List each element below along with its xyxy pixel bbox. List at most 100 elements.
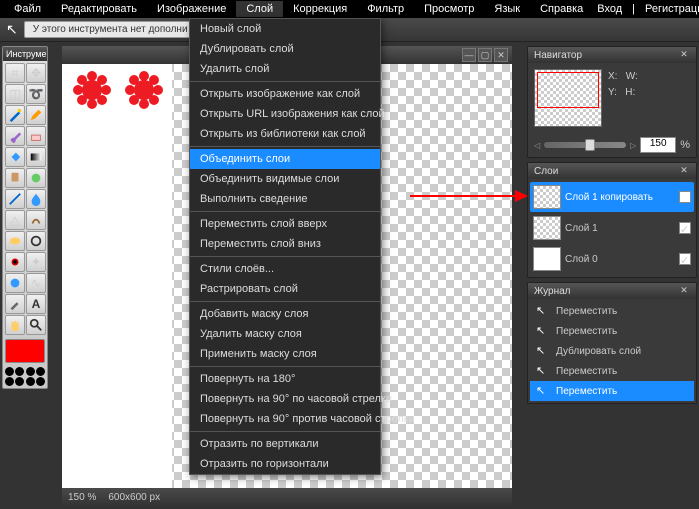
type-tool[interactable]: A — [26, 294, 46, 314]
menu-file[interactable]: Файл — [4, 1, 51, 17]
menu-item-открыть-url-изображения-как-слой[interactable]: Открыть URL изображения как слой — [190, 104, 380, 124]
layer-name: Слой 1 — [565, 223, 675, 234]
history-label: Переместить — [556, 326, 617, 337]
menu-item-объединить-видимые-слои[interactable]: Объединить видимые слои — [190, 169, 380, 189]
lasso-tool[interactable]: ➰ — [26, 84, 46, 104]
menu-adjust[interactable]: Коррекция — [283, 1, 357, 17]
close-icon[interactable]: ✕ — [494, 48, 508, 62]
menu-left: Файл Редактировать Изображение Слой Корр… — [4, 1, 593, 17]
menu-separator — [190, 211, 380, 212]
clone-tool[interactable] — [5, 168, 25, 188]
panel-close-icon[interactable]: ✕ — [678, 165, 690, 177]
menu-item-новый-слой[interactable]: Новый слой — [190, 19, 380, 39]
minimize-icon[interactable]: — — [462, 48, 476, 62]
history-item[interactable]: ↖Переместить — [530, 361, 694, 381]
history-item[interactable]: ↖Переместить — [530, 381, 694, 401]
navigator-title: Навигатор ✕ — [528, 47, 696, 63]
menu-item-повернуть-на-180-[interactable]: Повернуть на 180° — [190, 369, 380, 389]
layer-row[interactable]: Слой 0 ✓ — [530, 244, 694, 274]
status-bar: 150 % 600x600 px — [62, 488, 512, 506]
menu-image[interactable]: Изображение — [147, 1, 236, 17]
dodge-tool[interactable] — [26, 231, 46, 251]
warp-tool[interactable]: ∿ — [26, 273, 46, 293]
menubar: Файл Редактировать Изображение Слой Корр… — [0, 0, 699, 18]
hand-tool[interactable] — [5, 315, 25, 335]
panel-close-icon[interactable]: ✕ — [678, 49, 690, 61]
layer-thumb — [533, 216, 561, 240]
menu-item-удалить-маску-слоя[interactable]: Удалить маску слоя — [190, 324, 380, 344]
menu-item-открыть-из-библиотеки-как-слой[interactable]: Открыть из библиотеки как слой — [190, 124, 380, 144]
eraser-tool[interactable] — [26, 126, 46, 146]
eyedropper-tool[interactable] — [5, 294, 25, 314]
maximize-icon[interactable]: ▢ — [478, 48, 492, 62]
foreground-color[interactable] — [5, 339, 45, 363]
gradient-tool[interactable] — [26, 147, 46, 167]
menu-item-применить-маску-слоя[interactable]: Применить маску слоя — [190, 344, 380, 364]
brush-tool[interactable] — [5, 126, 25, 146]
menu-item-отразить-по-горизонтали[interactable]: Отразить по горизонтали — [190, 454, 380, 474]
layer-visibility-checkbox[interactable]: ✓ — [679, 191, 691, 203]
zoom-value[interactable]: 150 — [640, 137, 676, 153]
menu-separator — [190, 146, 380, 147]
menu-item-открыть-изображение-как-слой[interactable]: Открыть изображение как слой — [190, 84, 380, 104]
menu-item-переместить-слой-вниз[interactable]: Переместить слой вниз — [190, 234, 380, 254]
move-tool[interactable]: ✥ — [26, 63, 46, 83]
zoom-in-icon[interactable]: ▷ — [630, 141, 636, 150]
wand-tool[interactable] — [5, 105, 25, 125]
menu-separator — [190, 256, 380, 257]
menu-filter[interactable]: Фильтр — [357, 1, 414, 17]
layer-row[interactable]: Слой 1 копировать✓ — [530, 182, 694, 212]
flower-shape-1 — [72, 70, 112, 110]
menu-item-растрировать-слой[interactable]: Растрировать слой — [190, 279, 380, 299]
draw-tool[interactable] — [5, 189, 25, 209]
menu-lang[interactable]: Язык — [484, 1, 530, 17]
color-palette[interactable] — [3, 365, 47, 388]
history-label: Переместить — [556, 366, 617, 377]
zoom-out-icon[interactable]: ◁ — [534, 141, 540, 150]
menu-item-повернуть-на-90-по-часовой-стрелке[interactable]: Повернуть на 90° по часовой стрелке — [190, 389, 380, 409]
layer-name: Слой 0 — [565, 254, 675, 265]
menu-view[interactable]: Просмотр — [414, 1, 484, 17]
layer-row[interactable]: Слой 1 ✓ — [530, 213, 694, 243]
menu-item-повернуть-на-90-против-часовой-стрелки[interactable]: Повернуть на 90° против часовой стрелки — [190, 409, 380, 429]
bucket-tool[interactable] — [5, 147, 25, 167]
zoom-slider[interactable] — [544, 142, 626, 148]
spot-tool[interactable]: ✦ — [26, 252, 46, 272]
history-item[interactable]: ↖Дублировать слой — [530, 341, 694, 361]
marquee-tool[interactable]: ◫ — [5, 84, 25, 104]
crop-tool[interactable]: ⌗ — [5, 63, 25, 83]
redeye-tool[interactable] — [5, 252, 25, 272]
menu-item-выполнить-сведение[interactable]: Выполнить сведение — [190, 189, 380, 209]
menu-help[interactable]: Справка — [530, 1, 593, 17]
login-link[interactable]: Вход — [593, 1, 626, 17]
menu-item-стили-сло-в-[interactable]: Стили слоёв... — [190, 259, 380, 279]
layer-visibility-checkbox[interactable]: ✓ — [679, 222, 691, 234]
flower-shape-2 — [124, 70, 164, 110]
zoom-tool[interactable] — [26, 315, 46, 335]
sponge-tool[interactable] — [5, 231, 25, 251]
history-item[interactable]: ↖Переместить — [530, 321, 694, 341]
menu-item-переместить-слой-вверх[interactable]: Переместить слой вверх — [190, 214, 380, 234]
history-label: Дублировать слой — [556, 346, 641, 357]
menu-edit[interactable]: Редактировать — [51, 1, 147, 17]
menu-item-удалить-слой[interactable]: Удалить слой — [190, 59, 380, 79]
replace-color-tool[interactable] — [26, 168, 46, 188]
menu-layer[interactable]: Слой — [236, 1, 283, 17]
pinch-tool[interactable] — [5, 273, 25, 293]
layers-panel: Слои ✕ Слой 1 копировать✓Слой 1✓Слой 0✓ — [527, 162, 697, 278]
layer-visibility-checkbox[interactable]: ✓ — [679, 253, 691, 265]
menu-item-объединить-слои[interactable]: Объединить слои — [190, 149, 380, 169]
panel-close-icon[interactable]: ✕ — [678, 285, 690, 297]
blur-tool[interactable] — [26, 189, 46, 209]
menu-item-добавить-маску-слоя[interactable]: Добавить маску слоя — [190, 304, 380, 324]
sharpen-tool[interactable]: △ — [5, 210, 25, 230]
menu-separator — [190, 81, 380, 82]
pencil-tool[interactable] — [26, 105, 46, 125]
register-link[interactable]: Регистрация — [641, 1, 699, 17]
navigator-thumb[interactable] — [534, 69, 602, 127]
smudge-tool[interactable] — [26, 210, 46, 230]
menu-item-отразить-по-вертикали[interactable]: Отразить по вертикали — [190, 434, 380, 454]
history-item[interactable]: ↖Переместить — [530, 301, 694, 321]
menu-item-дублировать-слой[interactable]: Дублировать слой — [190, 39, 380, 59]
navigator-panel: Навигатор ✕ X: W: Y: H: ◁ ▷ 150 % — [527, 46, 697, 158]
